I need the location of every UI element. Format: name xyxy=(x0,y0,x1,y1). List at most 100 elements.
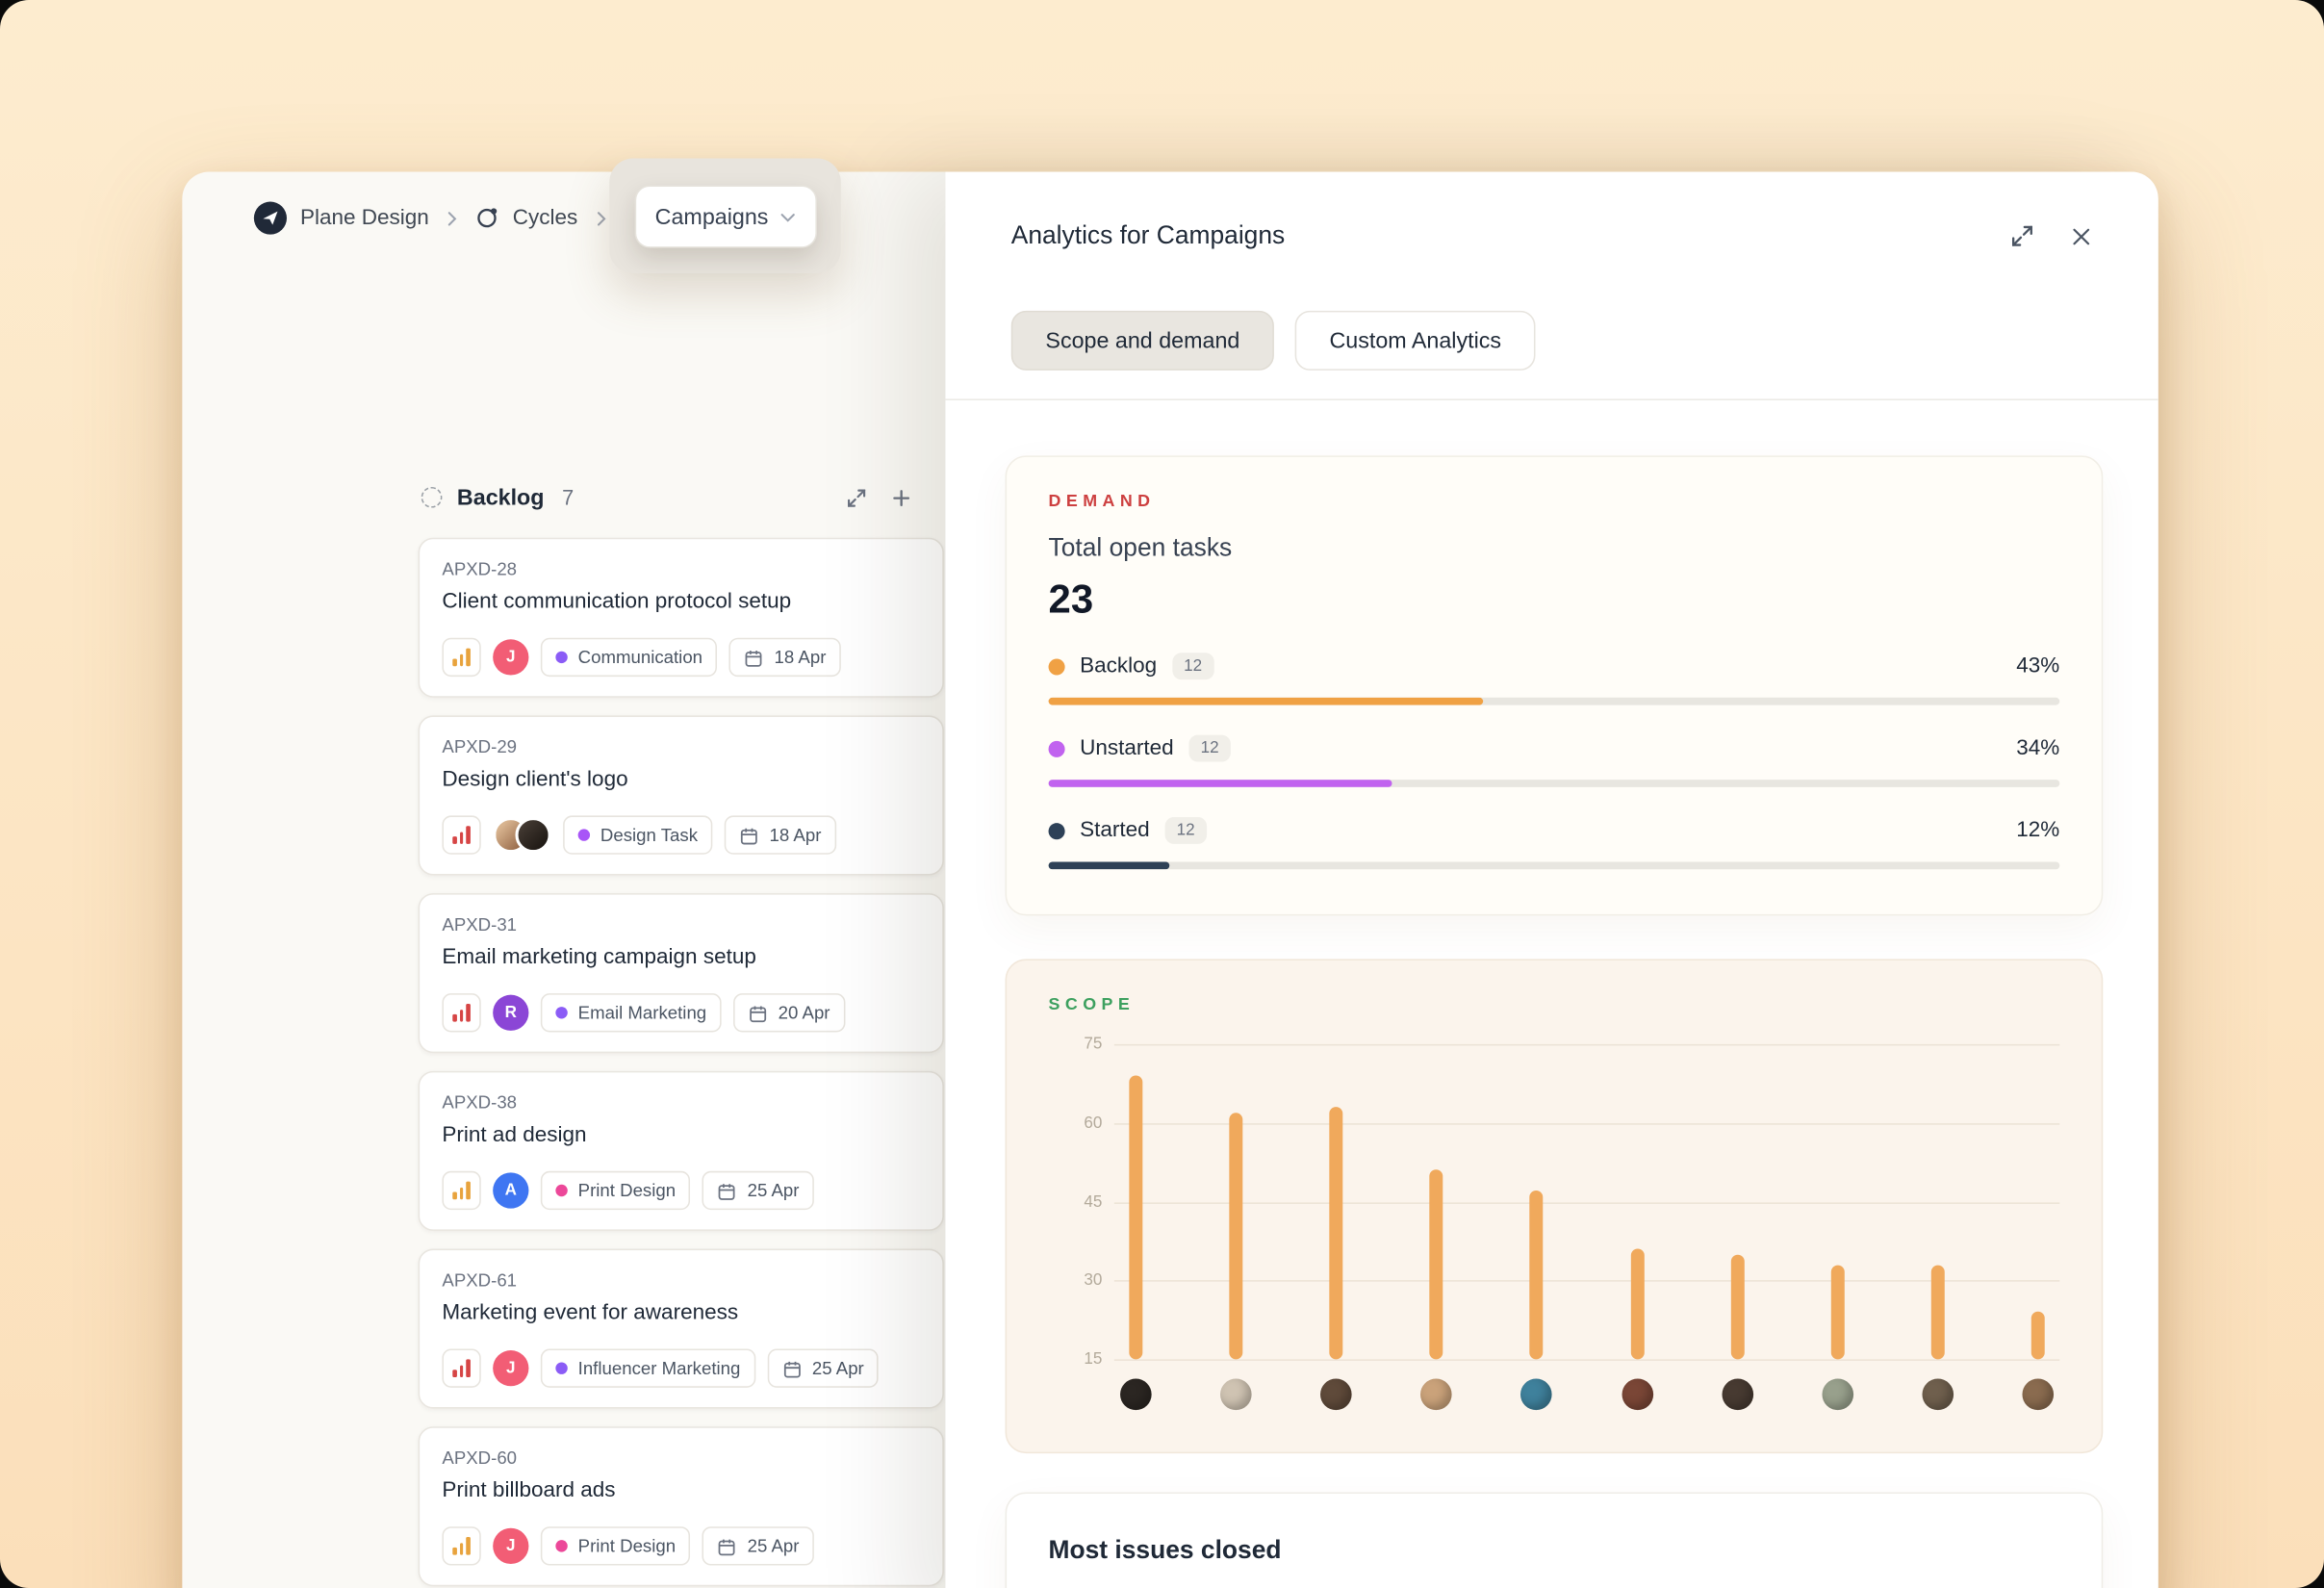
demand-row-unstarted: Unstarted 12 34% xyxy=(1049,735,2060,787)
due-date-chip[interactable]: 25 Apr xyxy=(702,1526,814,1565)
y-tick: 60 xyxy=(1055,1114,1103,1132)
issue-id: APXD-31 xyxy=(442,914,920,935)
label-chip[interactable]: Influencer Marketing xyxy=(541,1349,755,1388)
issue-card[interactable]: APXD-31 Email marketing campaign setup R… xyxy=(419,893,944,1053)
issue-card[interactable]: APXD-29 Design client's logo Design Task… xyxy=(419,715,944,875)
analytics-panel: Analytics for Campaigns Scope and demand… xyxy=(945,171,2158,1588)
assignee-avatar xyxy=(1521,1379,1553,1411)
breadcrumb-workspace[interactable]: Plane Design xyxy=(254,202,429,235)
due-date-text: 20 Apr xyxy=(779,1002,830,1023)
due-date-chip[interactable]: 25 Apr xyxy=(702,1171,814,1210)
progress-fill xyxy=(1049,698,1484,705)
issue-card[interactable]: APXD-28 Client communication protocol se… xyxy=(419,538,944,698)
assignee-avatar xyxy=(1922,1379,1954,1411)
add-issue-icon[interactable] xyxy=(890,486,912,508)
scope-bar xyxy=(1230,1113,1243,1360)
y-tick: 15 xyxy=(1055,1350,1103,1369)
due-date-chip[interactable]: 25 Apr xyxy=(767,1349,879,1388)
column-backlog: Backlog 7 APXD-28 Client communication p… xyxy=(419,471,944,1588)
issue-title: Design client's logo xyxy=(442,768,920,792)
most-issues-closed-section: Most issues closed xyxy=(1006,1492,2104,1588)
chevron-right-icon xyxy=(596,210,606,226)
label-text: Email Marketing xyxy=(578,1002,707,1023)
calendar-icon xyxy=(782,1359,802,1378)
assignee-avatars[interactable] xyxy=(493,817,551,853)
due-date-chip[interactable]: 18 Apr xyxy=(725,815,836,854)
issue-card[interactable]: APXD-61 Marketing event for awareness J … xyxy=(419,1249,944,1409)
label-chip[interactable]: Communication xyxy=(541,638,718,677)
state-percent: 43% xyxy=(2016,654,2059,679)
priority-chip[interactable] xyxy=(442,1526,480,1565)
issue-card[interactable]: APXD-60 Print billboard ads J Print Desi… xyxy=(419,1426,944,1586)
priority-chip[interactable] xyxy=(442,993,480,1032)
y-tick: 75 xyxy=(1055,1036,1103,1054)
assignee-avatar xyxy=(1120,1379,1152,1411)
due-date-chip[interactable]: 20 Apr xyxy=(733,993,845,1032)
issue-title: Print billboard ads xyxy=(442,1479,920,1503)
label-text: Design Task xyxy=(600,825,698,846)
priority-chip[interactable] xyxy=(442,638,480,677)
issue-id: APXD-60 xyxy=(442,1447,920,1469)
tab-scope-and-demand[interactable]: Scope and demand xyxy=(1011,311,1274,371)
breadcrumb: Plane Design Cycles xyxy=(254,202,606,235)
priority-icon xyxy=(453,1537,471,1555)
label-text: Print Design xyxy=(578,1180,676,1201)
chevron-right-icon xyxy=(447,210,457,226)
label-dot xyxy=(555,652,567,663)
expand-icon[interactable] xyxy=(2010,224,2034,248)
due-date-text: 18 Apr xyxy=(775,647,827,668)
state-dot xyxy=(1049,822,1065,838)
priority-chip[interactable] xyxy=(442,1171,480,1210)
label-chip[interactable]: Print Design xyxy=(541,1171,691,1210)
assignee-avatar[interactable]: J xyxy=(493,1350,528,1386)
assignee-avatar xyxy=(1421,1379,1453,1411)
assignee-avatar[interactable]: J xyxy=(493,1528,528,1564)
label-text: Influencer Marketing xyxy=(578,1358,741,1379)
calendar-icon xyxy=(740,826,759,845)
collapse-column-icon[interactable] xyxy=(845,486,867,508)
scope-bar xyxy=(1830,1265,1844,1359)
calendar-icon xyxy=(745,648,764,667)
assignee-avatar[interactable]: A xyxy=(493,1172,528,1208)
priority-chip[interactable] xyxy=(442,815,480,854)
calendar-icon xyxy=(718,1181,737,1200)
assignee-avatar-photo xyxy=(515,817,550,853)
due-date-text: 18 Apr xyxy=(770,825,822,846)
y-tick: 45 xyxy=(1055,1192,1103,1211)
label-chip[interactable]: Email Marketing xyxy=(541,993,722,1032)
y-tick: 30 xyxy=(1055,1271,1103,1290)
scope-bar xyxy=(1430,1170,1443,1359)
breadcrumb-cycles[interactable]: Cycles xyxy=(475,206,577,230)
total-open-tasks-value: 23 xyxy=(1049,576,2060,623)
label-dot xyxy=(555,1185,567,1196)
issue-title: Marketing event for awareness xyxy=(442,1301,920,1325)
state-count-badge: 12 xyxy=(1172,653,1214,679)
scope-bar-chart: 75 60 45 30 15 xyxy=(1049,1044,2060,1410)
issue-id: APXD-29 xyxy=(442,736,920,757)
scope-bar xyxy=(1129,1076,1142,1360)
issue-id: APXD-28 xyxy=(442,558,920,579)
priority-icon xyxy=(453,1004,471,1022)
campaigns-dropdown-button[interactable]: Campaigns xyxy=(635,185,817,247)
assignee-avatar[interactable]: J xyxy=(493,639,528,675)
cycle-icon xyxy=(475,206,499,230)
due-date-chip[interactable]: 18 Apr xyxy=(729,638,841,677)
issue-card[interactable]: APXD-38 Print ad design A Print Design 2… xyxy=(419,1071,944,1231)
tab-custom-analytics[interactable]: Custom Analytics xyxy=(1295,311,1536,371)
label-chip[interactable]: Print Design xyxy=(541,1526,691,1565)
state-count-badge: 12 xyxy=(1188,735,1231,762)
state-dot xyxy=(1049,740,1065,756)
label-text: Print Design xyxy=(578,1536,676,1557)
desktop-background: Plane Design Cycles Backlog 7 xyxy=(0,0,2324,1588)
workspace-name: Plane Design xyxy=(300,206,429,230)
close-icon[interactable] xyxy=(2070,225,2092,247)
campaigns-label: Campaigns xyxy=(655,204,769,229)
assignee-avatar[interactable]: R xyxy=(493,995,528,1031)
chevron-down-icon xyxy=(780,212,797,222)
demand-row-backlog: Backlog 12 43% xyxy=(1049,653,2060,704)
label-chip[interactable]: Design Task xyxy=(563,815,712,854)
total-open-tasks-label: Total open tasks xyxy=(1049,533,2060,563)
priority-chip[interactable] xyxy=(442,1349,480,1388)
assignee-avatar xyxy=(1220,1379,1252,1411)
analytics-tabs: Scope and demand Custom Analytics xyxy=(945,251,2158,371)
